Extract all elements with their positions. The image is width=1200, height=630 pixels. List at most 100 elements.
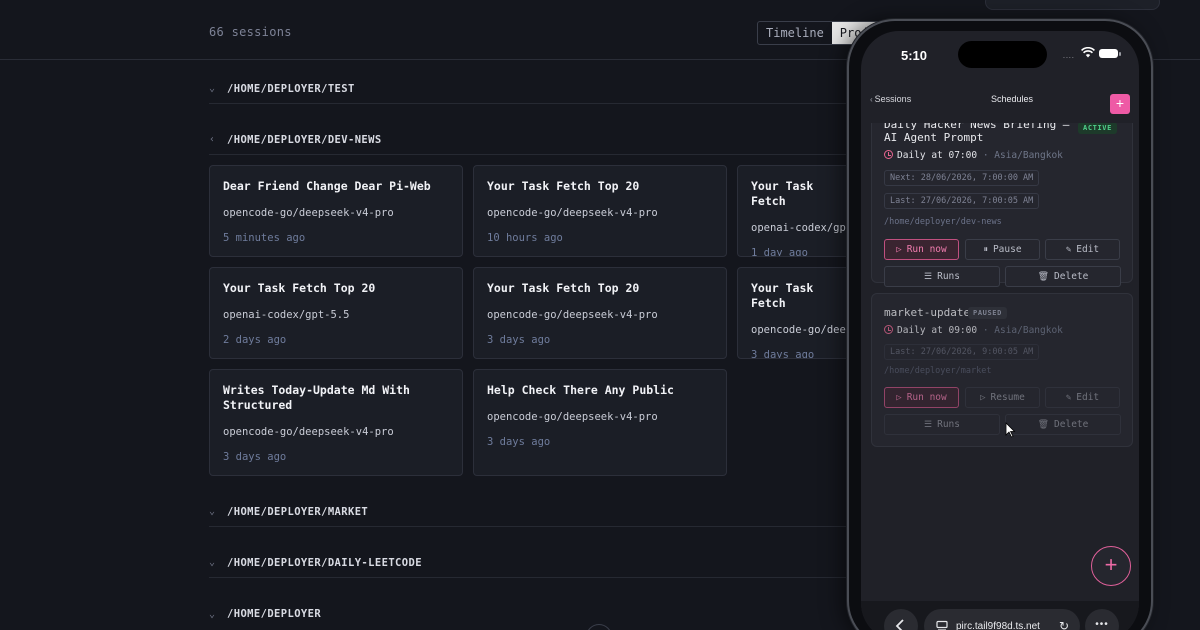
trash-icon: 🗑 bbox=[1037, 271, 1050, 282]
schedule-name: market-update bbox=[884, 306, 971, 319]
session-time: 3 days ago bbox=[223, 451, 287, 463]
session-time: 10 hours ago bbox=[487, 232, 563, 244]
chevron-down-icon: ⌄ bbox=[209, 557, 216, 568]
session-time: 2 days ago bbox=[223, 334, 287, 346]
session-card[interactable]: Help Check There Any Public opencode-go/… bbox=[473, 369, 727, 476]
session-model: openai-codex/gpt- bbox=[751, 222, 857, 234]
session-model: opencode-go/deepseek-v4-pro bbox=[487, 207, 658, 219]
schedule-card: Daily Hacker News Briefing – AI Agent Pr… bbox=[871, 103, 1133, 287]
session-time: 3 days ago bbox=[487, 436, 551, 448]
new-schedule-fab[interactable]: + bbox=[1091, 546, 1131, 586]
group-header-market[interactable]: ⌄ /HOME/DEPLOYER/MARKET bbox=[209, 497, 849, 527]
page-icon bbox=[936, 620, 948, 630]
clock-icon bbox=[884, 325, 893, 334]
group-header-deployer[interactable]: ⌄ /HOME/DEPLOYER bbox=[209, 599, 849, 629]
delete-button[interactable]: 🗑 Delete bbox=[1005, 414, 1121, 435]
group-header-dev-news[interactable]: ‹ /HOME/DEPLOYER/DEV-NEWS bbox=[209, 125, 849, 155]
frequency-text: Daily at 07:00 bbox=[897, 150, 978, 161]
list-icon: ☰ bbox=[924, 271, 933, 282]
session-title: Your Task Fetch bbox=[751, 179, 814, 208]
resume-button[interactable]: ▷ Resume bbox=[965, 387, 1040, 408]
group-path: /HOME/DEPLOYER/DEV-NEWS bbox=[227, 133, 382, 146]
status-badge: PAUSED bbox=[968, 307, 1007, 319]
session-count: 66 sessions bbox=[209, 25, 292, 39]
more-button[interactable]: ••• bbox=[1085, 609, 1119, 630]
group-header-daily-leetcode[interactable]: ⌄ /HOME/DEPLOYER/DAILY-LEETCODE bbox=[209, 548, 849, 578]
run-now-button[interactable]: ▷ Run now bbox=[884, 387, 959, 408]
mouse-cursor-icon bbox=[1005, 422, 1016, 438]
signal-icon: .... bbox=[1063, 53, 1075, 60]
pause-icon: ⏸ bbox=[983, 244, 988, 255]
play-icon: ▷ bbox=[896, 392, 902, 403]
status-time: 5:10 bbox=[901, 48, 928, 63]
group-header-test[interactable]: ⌄ /HOME/DEPLOYER/TEST bbox=[209, 74, 849, 104]
timeline-tab[interactable]: Timeline bbox=[758, 22, 832, 44]
session-title: Your Task Fetch Top 20 bbox=[223, 281, 376, 295]
browser-toolbar: pirc.tail9f98d.ts.net ↻ ••• bbox=[861, 601, 1139, 630]
last-run-pill: Last: 27/06/2026, 9:00:05 AM bbox=[884, 344, 1040, 360]
chevron-left-icon: ‹ bbox=[870, 95, 873, 104]
frequency-text: Daily at 09:00 bbox=[897, 325, 978, 336]
add-schedule-button[interactable]: + bbox=[1110, 94, 1130, 114]
runs-button[interactable]: ☰ Runs bbox=[884, 414, 1000, 435]
session-title: Help Check There Any Public bbox=[487, 383, 674, 397]
url-text: pirc.tail9f98d.ts.net bbox=[956, 620, 1040, 630]
chevron-down-icon: ⌄ bbox=[209, 506, 216, 517]
group-path: /HOME/DEPLOYER bbox=[227, 608, 322, 620]
back-to-sessions-link[interactable]: ‹ Sessions bbox=[870, 94, 911, 104]
chevron-down-icon: ⌄ bbox=[209, 608, 216, 620]
pause-button[interactable]: ⏸ Pause bbox=[965, 239, 1040, 260]
session-card[interactable]: Your Task Fetch openai-codex/gpt- 1 day … bbox=[737, 165, 857, 257]
session-title: Dear Friend Change Dear Pi-Web bbox=[223, 179, 431, 193]
battery-icon bbox=[1099, 49, 1121, 58]
reload-icon[interactable]: ↻ bbox=[1059, 619, 1069, 630]
group-path: /HOME/DEPLOYER/MARKET bbox=[227, 505, 369, 518]
session-time: 3 days ago bbox=[751, 349, 815, 359]
session-title: Your Task Fetch Top 20 bbox=[487, 179, 640, 193]
next-run-pill: Next: 28/06/2026, 7:00:00 AM bbox=[884, 170, 1040, 186]
chevron-left-icon bbox=[895, 619, 904, 630]
group-path: /HOME/DEPLOYER/DAILY-LEETCODE bbox=[227, 556, 422, 569]
session-model: opencode-go/deepseek-v4-pro bbox=[487, 309, 658, 321]
session-card[interactable]: Dear Friend Change Dear Pi-Web opencode-… bbox=[209, 165, 463, 257]
session-card[interactable]: Your Task Fetch Top 20 openai-codex/gpt-… bbox=[209, 267, 463, 359]
phone-frame: 5:10 .... Daily Hacker News Briefing – A… bbox=[847, 19, 1153, 630]
trash-icon: 🗑 bbox=[1037, 419, 1050, 430]
group-path: /HOME/DEPLOYER/TEST bbox=[227, 82, 355, 95]
schedule-frequency: Daily at 07:00 · Asia/Bangkok bbox=[884, 149, 1063, 161]
status-badge: ACTIVE bbox=[1078, 122, 1117, 134]
edit-button[interactable]: ✎ Edit bbox=[1045, 387, 1120, 408]
session-time: 3 days ago bbox=[487, 334, 551, 346]
session-title: Your Task Fetch bbox=[751, 281, 814, 310]
session-card[interactable]: Your Task Fetch Top 20 opencode-go/deeps… bbox=[473, 165, 727, 257]
run-now-button[interactable]: ▷ Run now bbox=[884, 239, 959, 260]
runs-button[interactable]: ☰ Runs bbox=[884, 266, 1000, 287]
session-time: 5 minutes ago bbox=[223, 232, 306, 244]
session-card[interactable]: Writes Today-Update Md With Structured o… bbox=[209, 369, 463, 476]
session-model: opencode-go/deepseek-v4-pro bbox=[223, 426, 394, 438]
delete-button[interactable]: 🗑 Delete bbox=[1005, 266, 1121, 287]
wifi-icon bbox=[1081, 47, 1095, 58]
pencil-icon: ✎ bbox=[1065, 244, 1072, 255]
clock-icon bbox=[884, 150, 893, 159]
session-model: openai-codex/gpt-5.5 bbox=[223, 309, 350, 321]
address-bar[interactable]: pirc.tail9f98d.ts.net ↻ bbox=[924, 609, 1080, 630]
session-model: opencode-go/deepseek-v4-pro bbox=[487, 411, 658, 423]
session-card[interactable]: Your Task Fetch Top 20 opencode-go/deeps… bbox=[473, 267, 727, 359]
play-icon: ▷ bbox=[980, 392, 986, 403]
phone-screen: 5:10 .... Daily Hacker News Briefing – A… bbox=[861, 31, 1139, 630]
dynamic-island bbox=[958, 41, 1047, 68]
session-card[interactable]: Your Task Fetch opencode-go/deeps 3 days… bbox=[737, 267, 857, 359]
chevron-left-icon: ‹ bbox=[209, 134, 216, 145]
schedule-dir: /home/deployer/market bbox=[884, 366, 992, 376]
last-run-pill: Last: 27/06/2026, 7:00:05 AM bbox=[884, 193, 1040, 209]
session-model: opencode-go/deepseek-v4-pro bbox=[223, 207, 394, 219]
back-button[interactable] bbox=[884, 609, 918, 630]
session-time: 1 day ago bbox=[751, 247, 808, 257]
schedule-dir: /home/deployer/dev-news bbox=[884, 217, 1002, 227]
page-title: Schedules bbox=[991, 94, 1034, 104]
session-title: Your Task Fetch Top 20 bbox=[487, 281, 640, 295]
timezone-text: Asia/Bangkok bbox=[994, 150, 1063, 161]
chevron-down-icon: ⌄ bbox=[209, 83, 216, 94]
edit-button[interactable]: ✎ Edit bbox=[1045, 239, 1120, 260]
